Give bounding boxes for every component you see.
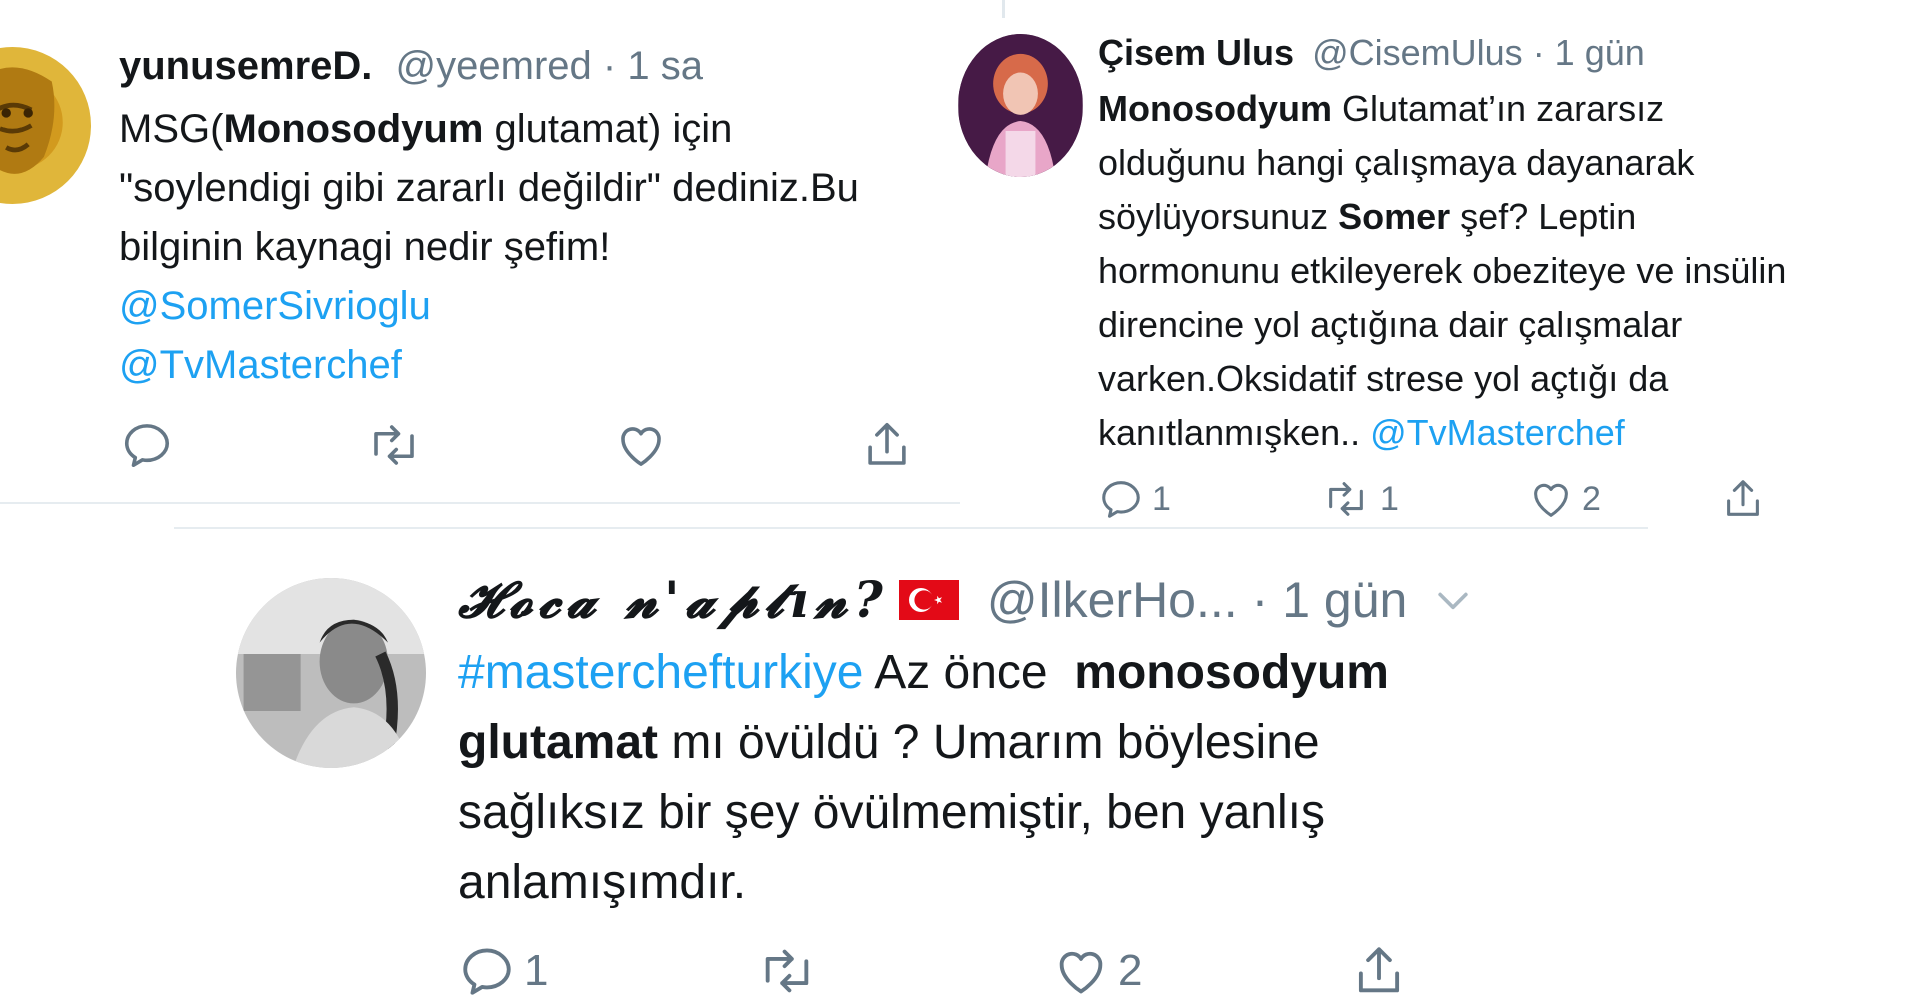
retweet-count: 1 <box>1380 479 1399 518</box>
reply-icon <box>463 948 511 995</box>
reply-count: 1 <box>1152 479 1171 518</box>
share-button[interactable] <box>1350 942 1408 1000</box>
bold-keyword: glutamat <box>458 716 659 769</box>
tweet-text: MSG(Monosodyum glutamat) için "soylendig… <box>119 100 960 395</box>
text-line: hormonunu etkileyerek obeziteye ve insül… <box>1098 250 1787 291</box>
share-button[interactable] <box>860 418 914 472</box>
text-line: sağlıksız bir şey övülmemiştir, ben yanl… <box>458 786 1325 839</box>
divider <box>0 502 960 504</box>
reply-button[interactable]: 1 <box>1098 476 1171 522</box>
like-icon <box>1534 483 1568 517</box>
tweet-actions: 1 2 <box>458 942 1458 1002</box>
text-line: anlamışımdır. <box>458 856 747 909</box>
display-name[interactable]: Çisem Ulus <box>1098 32 1294 73</box>
text-line: glutamat mı övüldü ? Umarım böylesine <box>458 716 1320 769</box>
reply-count: 1 <box>524 946 549 995</box>
display-name[interactable]: 𝓗𝓸𝓬𝓪 𝓷'𝓪𝓹𝓽ı𝓷? <box>458 570 889 630</box>
timestamp[interactable]: · 1 sa <box>603 44 703 88</box>
hashtag-link[interactable]: #masterchefturkiye <box>458 646 864 699</box>
text-line: bilginin kaynagi nedir şefim! <box>119 225 611 269</box>
like-count: 2 <box>1118 946 1143 995</box>
like-button[interactable]: 2 <box>1528 476 1601 522</box>
reply-icon <box>124 424 170 468</box>
retweet-button[interactable] <box>754 942 820 1000</box>
share-button[interactable] <box>1720 476 1766 522</box>
retweet-button[interactable] <box>364 418 424 472</box>
like-icon <box>621 427 661 466</box>
tweet-text: Monosodyum Glutamat’ın zararsız olduğunu… <box>1098 82 1920 460</box>
avatar[interactable] <box>0 47 91 204</box>
user-handle[interactable]: @yeemred <box>396 44 592 88</box>
mention-link[interactable]: @TvMasterchef <box>1370 412 1625 453</box>
share-icon <box>1727 480 1759 516</box>
reply-button[interactable]: 1 <box>458 942 548 1000</box>
bold-keyword: monosodyum <box>1074 646 1389 699</box>
tweet-header: yunusemreD. @yeemred · 1 sa <box>119 44 703 89</box>
text-line: direncine yol açtığına dair çalışmalar <box>1098 304 1683 345</box>
mention-link[interactable]: @SomerSivrioglu <box>119 277 960 336</box>
tweet-yunusemred[interactable]: yunusemreD. @yeemred · 1 sa MSG(Monosody… <box>0 0 960 505</box>
text-line: MSG(Monosodyum glutamat) için <box>119 107 733 151</box>
user-handle[interactable]: @CisemUlus <box>1312 32 1523 73</box>
text-line: varken.Oksidatif strese yol açtığı da <box>1098 358 1669 399</box>
text-line: "soylendigi gibi zararlı değildir" dedin… <box>119 166 859 210</box>
retweet-icon <box>1329 482 1363 516</box>
retweet-icon <box>765 949 809 993</box>
tweet-header: 𝓗𝓸𝓬𝓪 𝓷'𝓪𝓹𝓽ı𝓷? @IlkerHo... · 1 gün <box>458 570 1475 630</box>
share-icon <box>868 422 906 465</box>
text-line: #masterchefturkiye Az önce monosodyum <box>458 646 1389 699</box>
like-button[interactable] <box>614 418 668 472</box>
retweet-button[interactable]: 1 <box>1320 476 1399 522</box>
text-line: söylüyorsunuz Somer şef? Leptin <box>1098 196 1637 237</box>
display-name[interactable]: yunusemreD. <box>119 44 372 88</box>
user-handle[interactable]: @IlkerHo... <box>987 571 1238 629</box>
avatar[interactable] <box>236 578 426 768</box>
like-icon <box>1059 951 1103 994</box>
share-icon <box>1358 947 1400 993</box>
text-line: olduğunu hangi çalışmaya dayanarak <box>1098 142 1695 183</box>
avatar[interactable] <box>958 34 1083 177</box>
chevron-down-icon[interactable] <box>1431 578 1475 622</box>
retweet-icon <box>374 425 414 465</box>
tweet-actions <box>120 418 920 474</box>
text-line: kanıtlanmışken.. @TvMasterchef <box>1098 412 1625 453</box>
bold-keyword: Somer <box>1338 196 1451 237</box>
like-button[interactable]: 2 <box>1052 942 1142 1000</box>
bold-keyword: Monosodyum <box>1098 88 1332 129</box>
timestamp[interactable]: · 1 gün <box>1533 32 1645 73</box>
text-line: Monosodyum Glutamat’ın zararsız <box>1098 88 1665 129</box>
tweet-cisemulus[interactable]: Çisem Ulus @CisemUlus · 1 gün Monosodyum… <box>950 0 1920 530</box>
tweet-ilkerho[interactable]: 𝓗𝓸𝓬𝓪 𝓷'𝓪𝓹𝓽ı𝓷? @IlkerHo... · 1 gün #maste… <box>200 530 1650 1005</box>
mention-link[interactable]: @TvMasterchef <box>119 336 960 395</box>
tweet-actions: 1 1 2 <box>1098 476 1898 526</box>
tweet-text: #masterchefturkiye Az önce monosodyum gl… <box>458 638 1578 918</box>
like-count: 2 <box>1582 479 1601 518</box>
divider <box>174 527 1648 529</box>
reply-button[interactable] <box>120 418 174 472</box>
timestamp[interactable]: · 1 gün <box>1252 571 1408 629</box>
tweet-header: Çisem Ulus @CisemUlus · 1 gün <box>1098 32 1645 74</box>
bold-keyword: Monosodyum <box>223 107 484 151</box>
turkey-flag-icon <box>898 580 959 620</box>
reply-icon <box>1102 481 1140 518</box>
